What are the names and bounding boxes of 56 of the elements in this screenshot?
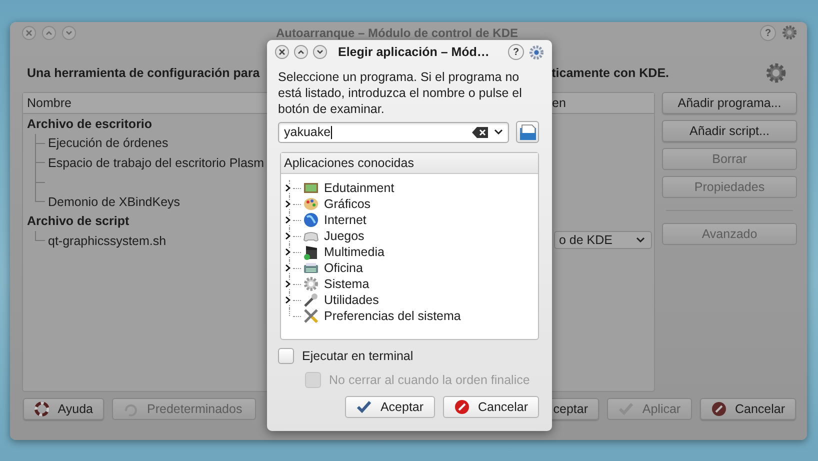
- table-cell[interactable]: Espacio de trabajo del escritorio Plasm: [48, 156, 264, 170]
- application-category[interactable]: Sistema: [324, 277, 370, 291]
- settings-icon[interactable]: [765, 62, 787, 84]
- window-title: Autoarranque – Módulo de control de KDE: [276, 26, 518, 40]
- dropdown-icon[interactable]: [636, 237, 645, 243]
- application-category[interactable]: Juegos: [324, 229, 364, 243]
- dialog-button[interactable]: Aceptar: [345, 396, 435, 418]
- side-button[interactable]: Añadir programa...: [662, 92, 797, 114]
- dropdown-icon[interactable]: [494, 129, 503, 135]
- instructions-text: Seleccione un programa. Si el programa no está listado, introduzca el nombre o pulse el botón de examinar.: [278, 69, 523, 117]
- dialog-title: Elegir aplicación – Mód…: [338, 45, 490, 59]
- dialog-button[interactable]: Ayuda: [23, 398, 104, 420]
- palette-icon: [303, 196, 319, 212]
- checkbox-label[interactable]: Ejecutar en terminal: [302, 349, 414, 363]
- dialog-button[interactable]: Cancelar: [700, 398, 796, 420]
- list-header[interactable]: Aplicaciones conocidas: [281, 153, 538, 174]
- folder-icon: [518, 124, 536, 140]
- settings-icon[interactable]: [529, 44, 544, 60]
- close-icon[interactable]: [275, 45, 289, 59]
- checkbox[interactable]: [278, 348, 294, 364]
- cancel-icon: [454, 399, 470, 415]
- maximize-icon[interactable]: [313, 45, 327, 59]
- browse-button[interactable]: [516, 121, 539, 143]
- description-text: Una herramienta de configuración para: [27, 66, 260, 80]
- settings-icon[interactable]: [782, 25, 797, 40]
- status-dropdown[interactable]: o de KDE: [554, 231, 652, 249]
- clear-icon[interactable]: [472, 126, 488, 138]
- application-category[interactable]: Gráficos: [324, 197, 371, 211]
- wrench-icon: [303, 292, 319, 308]
- program-combo-field[interactable]: yakuake: [278, 122, 509, 142]
- application-category[interactable]: Utilidades: [324, 293, 379, 307]
- group-label[interactable]: Archivo de escritorio: [27, 116, 152, 131]
- chalkboard-icon: [303, 180, 319, 196]
- table-cell[interactable]: qt-graphicssystem.sh: [48, 234, 166, 248]
- application-category[interactable]: Multimedia: [324, 245, 384, 259]
- checkmark-icon: [618, 402, 634, 416]
- column-header[interactable]: Nombre: [27, 96, 72, 110]
- globe-icon: [303, 212, 319, 228]
- cancel-icon: [711, 401, 727, 417]
- application-category[interactable]: Edutainment: [324, 181, 394, 195]
- application-category[interactable]: Oficina: [324, 261, 363, 275]
- checkmark-icon: [356, 400, 372, 414]
- description-text: ticamente con KDE.: [552, 66, 669, 80]
- tools-icon: [303, 308, 319, 324]
- table-cell[interactable]: Demonio de XBindKeys: [48, 194, 180, 209]
- gear-icon: [303, 276, 319, 292]
- table-cell[interactable]: Ejecución de órdenes: [48, 136, 168, 150]
- application-category[interactable]: Internet: [324, 213, 366, 227]
- lifebuoy-icon: [34, 401, 50, 417]
- minimize-icon[interactable]: [294, 45, 308, 59]
- dialog-button[interactable]: Cancelar: [443, 396, 539, 418]
- group-label[interactable]: Archivo de script: [27, 214, 130, 228]
- side-button[interactable]: Añadir script...: [662, 120, 797, 142]
- help-button[interactable]: ?: [508, 44, 524, 60]
- application-category[interactable]: Preferencias del sistema: [324, 309, 461, 323]
- column-header[interactable]: en: [552, 96, 654, 110]
